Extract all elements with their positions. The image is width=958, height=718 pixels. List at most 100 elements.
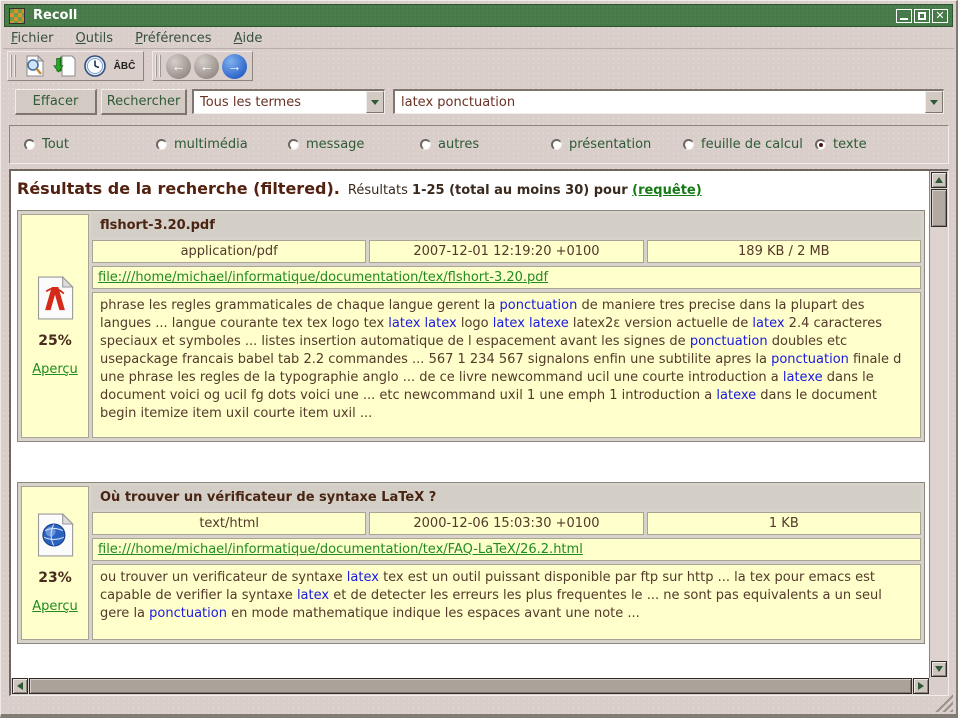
search-mode-select[interactable]: Tous les termes — [192, 89, 385, 114]
filter-radio-multimedia[interactable]: multimédia — [156, 137, 248, 152]
recoll-window: Recoll ✕ Fichier Outils Préférences Aide — [0, 0, 958, 718]
radio-icon — [156, 139, 167, 150]
previous-page-button[interactable]: ← — [194, 54, 219, 79]
result-date: 2007-12-01 12:19:20 +0100 — [369, 240, 643, 263]
term-explorer-button[interactable]: ÂBĈ — [111, 53, 138, 79]
result-item: 25% Aperçu flshort-3.20.pdf application/… — [17, 210, 925, 442]
menu-fichier[interactable]: Fichier — [11, 31, 54, 46]
scroll-up-button[interactable] — [931, 172, 947, 188]
horizontal-scrollbar[interactable] — [11, 678, 930, 695]
toolbar-handle[interactable] — [10, 55, 16, 77]
filter-radio-texte[interactable]: texte — [815, 137, 867, 152]
result-title: flshort-3.20.pdf — [92, 214, 921, 237]
filter-radio-tout[interactable]: Tout — [24, 137, 69, 152]
filter-category-bar: Tout multimédia message autres présentat… — [9, 125, 949, 164]
document-history-button[interactable] — [81, 53, 108, 79]
arrow-up-icon — [935, 177, 943, 183]
result-mimetype: text/html — [92, 512, 366, 535]
result-snippet: ou trouver un verificateur de syntaxe la… — [92, 564, 921, 640]
search-row: Effacer Rechercher Tous les termes — [1, 89, 958, 117]
preview-link[interactable]: Aperçu — [32, 362, 78, 377]
filter-radio-feuille-de-calcul[interactable]: feuille de calcul — [683, 137, 803, 152]
toolbar: ÂBĈ ← ← → — [7, 51, 253, 82]
window-controls: ✕ — [896, 9, 948, 23]
titlebar[interactable]: Recoll ✕ — [4, 4, 953, 27]
relevance-percent: 25% — [38, 333, 72, 349]
menu-preferences[interactable]: Préférences — [135, 31, 211, 46]
arrow-left-icon — [17, 682, 23, 690]
results-count-prefix: Résultats — [348, 183, 412, 198]
maximize-icon — [918, 12, 926, 20]
search-button[interactable]: Rechercher — [101, 89, 187, 115]
result-mimetype: application/pdf — [92, 240, 366, 263]
horizontal-scroll-thumb[interactable] — [29, 678, 912, 694]
radio-icon — [288, 139, 299, 150]
close-button[interactable]: ✕ — [932, 9, 948, 23]
close-icon: ✕ — [935, 11, 944, 21]
result-url-row: file:///home/michael/informatique/docume… — [92, 266, 921, 289]
scroll-left-button[interactable] — [12, 678, 28, 694]
maximize-button[interactable] — [914, 9, 930, 23]
results-header: Résultats de la recherche (filtered). Rés… — [17, 179, 923, 198]
arrow-left-icon: ← — [172, 59, 186, 73]
radio-icon — [683, 139, 694, 150]
result-snippet: phrase les regles grammaticales de chaqu… — [92, 292, 921, 438]
filter-radio-autres[interactable]: autres — [420, 137, 479, 152]
chevron-down-icon[interactable] — [925, 91, 943, 113]
advanced-search-button[interactable] — [21, 53, 48, 79]
query-details-link[interactable]: (requête) — [632, 183, 702, 198]
scroll-right-button[interactable] — [913, 678, 929, 694]
result-item: 23% Aperçu Où trouver un vérificateur de… — [17, 482, 925, 644]
chevron-down-icon[interactable] — [366, 91, 384, 113]
scroll-down-button[interactable] — [931, 661, 947, 677]
result-side-panel: 25% Aperçu — [21, 214, 89, 438]
pdf-file-icon — [36, 276, 74, 320]
result-url-row: file:///home/michael/informatique/docume… — [92, 538, 921, 561]
arrow-right-icon — [918, 682, 924, 690]
minimize-button[interactable] — [896, 9, 912, 23]
search-query-input[interactable] — [395, 95, 925, 110]
result-url-link[interactable]: file:///home/michael/informatique/docume… — [98, 542, 583, 557]
query-combo[interactable] — [393, 89, 944, 114]
clear-button[interactable]: Effacer — [15, 89, 97, 115]
result-side-panel: 23% Aperçu — [21, 486, 89, 640]
result-metadata: text/html 2000-12-06 15:03:30 +0100 1 KB — [92, 512, 921, 535]
doc-magnifier-icon — [23, 54, 47, 78]
result-size: 1 KB — [647, 512, 921, 535]
menu-aide[interactable]: Aide — [234, 31, 263, 46]
result-details: flshort-3.20.pdf application/pdf 2007-12… — [92, 214, 921, 438]
search-mode-value: Tous les termes — [194, 95, 366, 110]
html-file-icon — [36, 513, 74, 557]
first-page-button[interactable]: ← — [166, 54, 191, 79]
arrow-down-icon — [935, 666, 943, 672]
resize-grip[interactable] — [935, 694, 953, 712]
radio-icon — [551, 139, 562, 150]
result-date: 2000-12-06 15:03:30 +0100 — [369, 512, 643, 535]
menu-outils[interactable]: Outils — [76, 31, 114, 46]
recoll-app-icon — [9, 8, 25, 24]
results-list: Résultats de la recherche (filtered). Rés… — [11, 171, 930, 678]
relevance-percent: 23% — [38, 570, 72, 586]
abc-icon: ÂBĈ — [114, 61, 136, 72]
filter-radio-presentation[interactable]: présentation — [551, 137, 651, 152]
filter-radio-message[interactable]: message — [288, 137, 364, 152]
results-area: Résultats de la recherche (filtered). Rés… — [9, 169, 949, 696]
vertical-scrollbar[interactable] — [930, 171, 948, 678]
doc-sort-arrows-icon — [53, 54, 77, 78]
vertical-scroll-thumb[interactable] — [931, 189, 947, 227]
minimize-icon — [900, 17, 908, 20]
radio-icon — [420, 139, 431, 150]
result-details: Où trouver un vérificateur de syntaxe La… — [92, 486, 921, 640]
sort-parameters-button[interactable] — [51, 53, 78, 79]
clock-icon — [83, 54, 107, 78]
preview-link[interactable]: Aperçu — [32, 599, 78, 614]
next-page-button[interactable]: → — [222, 54, 247, 79]
results-count: 1-25 (total au moins 30) pour — [412, 183, 632, 198]
radio-icon — [815, 139, 826, 150]
result-url-link[interactable]: file:///home/michael/informatique/docume… — [98, 270, 548, 285]
result-metadata: application/pdf 2007-12-01 12:19:20 +010… — [92, 240, 921, 263]
toolbar-handle[interactable] — [155, 55, 161, 77]
arrow-left-icon: ← — [200, 59, 214, 73]
results-title: Résultats de la recherche (filtered). — [17, 179, 340, 198]
result-title: Où trouver un vérificateur de syntaxe La… — [92, 486, 921, 509]
